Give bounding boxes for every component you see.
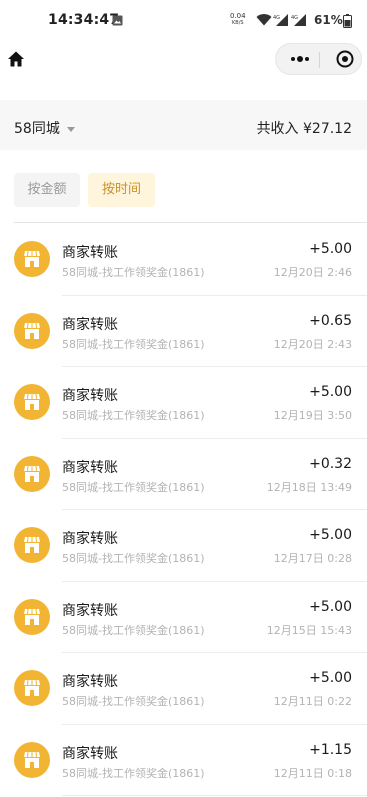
transaction-source: 58同城-找工作领奖金(1861) bbox=[62, 766, 205, 780]
transaction-time: 12月20日 2:46 bbox=[273, 266, 352, 279]
signal-1-label: 4G bbox=[273, 15, 280, 21]
battery-icon bbox=[343, 14, 352, 28]
storefront-icon bbox=[24, 322, 40, 339]
storefront-icon bbox=[24, 679, 40, 696]
transaction-title: 商家转账 bbox=[62, 459, 118, 476]
transaction-row[interactable]: 商家转账 58同城-找工作领奖金(1861) +5.00 12月20日 2:46 bbox=[0, 224, 367, 296]
city-label: 58同城 bbox=[14, 121, 60, 137]
transaction-time: 12月11日 0:18 bbox=[273, 766, 352, 780]
merchant-avatar bbox=[14, 241, 50, 277]
merchant-avatar bbox=[14, 670, 50, 706]
storefront-icon bbox=[24, 465, 40, 482]
transaction-source: 58同城-找工作领奖金(1861) bbox=[62, 266, 205, 279]
transaction-title: 商家转账 bbox=[62, 602, 118, 619]
transaction-time: 12月15日 15:43 bbox=[266, 623, 352, 637]
transaction-time: 12月18日 13:49 bbox=[266, 480, 352, 494]
transaction-source: 58同城-找工作领奖金(1861) bbox=[62, 552, 205, 565]
transaction-title: 商家转账 bbox=[62, 388, 118, 404]
target-close-icon[interactable] bbox=[336, 50, 354, 68]
transaction-amount: +0.65 bbox=[309, 312, 352, 329]
network-speed-unit: KB/S bbox=[232, 20, 244, 26]
transaction-amount: +1.15 bbox=[309, 741, 352, 758]
storefront-icon bbox=[24, 250, 40, 267]
transaction-time: 12月17日 0:28 bbox=[273, 552, 352, 565]
status-time: 14:34:47 bbox=[48, 12, 120, 28]
signal-2-label: 4G bbox=[291, 15, 298, 21]
transaction-amount: +5.00 bbox=[309, 384, 352, 400]
storefront-icon bbox=[24, 393, 40, 410]
merchant-avatar bbox=[14, 741, 50, 778]
transaction-row[interactable]: 商家转账 58同城-找工作领奖金(1861) +5.00 12月11日 0:22 bbox=[0, 653, 367, 725]
transaction-title: 商家转账 bbox=[62, 316, 118, 333]
transaction-row[interactable]: 商家转账 58同城-找工作领奖金(1861) +0.65 12月20日 2:43 bbox=[0, 296, 367, 367]
sort-by-time-tab[interactable]: 按时间 bbox=[88, 173, 155, 207]
network-speed-value: 0.04 bbox=[230, 12, 246, 20]
total-income: 共收入 ¥27.12 bbox=[256, 121, 352, 137]
caret-down-icon bbox=[66, 126, 75, 132]
status-bar: 14:34:47 0.04 KB/S 4G 4G 61% bbox=[0, 0, 367, 42]
merchant-avatar bbox=[14, 384, 50, 420]
transaction-time: 12月20日 2:43 bbox=[273, 337, 352, 351]
transaction-time: 12月19日 3:50 bbox=[273, 409, 352, 422]
transaction-title: 商家转账 bbox=[62, 531, 118, 547]
transaction-source: 58同城-找工作领奖金(1861) bbox=[62, 409, 205, 422]
transaction-title: 商家转账 bbox=[62, 745, 118, 762]
merchant-avatar bbox=[14, 312, 50, 349]
merchant-avatar bbox=[14, 455, 50, 492]
capsule-divider bbox=[319, 52, 320, 68]
transaction-list: 商家转账 58同城-找工作领奖金(1861) +5.00 12月20日 2:46… bbox=[0, 224, 367, 796]
transaction-row[interactable]: 商家转账 58同城-找工作领奖金(1861) +0.32 12月18日 13:4… bbox=[0, 439, 367, 510]
transaction-amount: +5.00 bbox=[309, 241, 352, 257]
transaction-source: 58同城-找工作领奖金(1861) bbox=[62, 695, 205, 708]
city-selector[interactable]: 58同城 bbox=[14, 118, 75, 138]
merchant-avatar bbox=[14, 598, 50, 635]
merchant-avatar bbox=[14, 527, 50, 563]
transaction-row[interactable]: 商家转账 58同城-找工作领奖金(1861) +5.00 12月19日 3:50 bbox=[0, 367, 367, 439]
gallery-notification-icon bbox=[112, 15, 123, 26]
transaction-source: 58同城-找工作领奖金(1861) bbox=[62, 337, 205, 351]
more-dots-icon[interactable] bbox=[289, 53, 311, 65]
battery-percent: 61% bbox=[314, 13, 343, 27]
transaction-source: 58同城-找工作领奖金(1861) bbox=[62, 480, 205, 494]
divider bbox=[14, 222, 367, 223]
transaction-amount: +5.00 bbox=[309, 670, 352, 686]
transaction-row[interactable]: 商家转账 58同城-找工作领奖金(1861) +5.00 12月17日 0:28 bbox=[0, 510, 367, 582]
nav-bar bbox=[0, 42, 367, 92]
transaction-source: 58同城-找工作领奖金(1861) bbox=[62, 623, 205, 637]
home-icon[interactable] bbox=[7, 50, 25, 68]
network-speed: 0.04 KB/S bbox=[230, 13, 246, 27]
transaction-amount: +5.00 bbox=[309, 598, 352, 615]
storefront-icon bbox=[24, 751, 40, 768]
transaction-row[interactable]: 商家转账 58同城-找工作领奖金(1861) +5.00 12月15日 15:4… bbox=[0, 582, 367, 653]
sort-by-amount-tab[interactable]: 按金额 bbox=[14, 173, 80, 207]
cellular-signal-icon: 4G bbox=[273, 14, 288, 26]
transaction-time: 12月11日 0:22 bbox=[273, 695, 352, 708]
filter-bar: 58同城 共收入 ¥27.12 bbox=[0, 100, 367, 150]
mini-program-capsule bbox=[275, 43, 362, 75]
transaction-title: 商家转账 bbox=[62, 245, 118, 261]
transaction-amount: +0.32 bbox=[309, 455, 352, 472]
storefront-icon bbox=[24, 608, 40, 625]
wifi-icon bbox=[256, 14, 272, 26]
row-divider bbox=[62, 795, 367, 796]
transaction-amount: +5.00 bbox=[309, 527, 352, 543]
transaction-row[interactable]: 商家转账 58同城-找工作领奖金(1861) +1.15 12月11日 0:18 bbox=[0, 725, 367, 796]
transaction-title: 商家转账 bbox=[62, 674, 118, 690]
cellular-signal-icon-2: 4G bbox=[291, 14, 306, 26]
storefront-icon bbox=[24, 536, 40, 553]
